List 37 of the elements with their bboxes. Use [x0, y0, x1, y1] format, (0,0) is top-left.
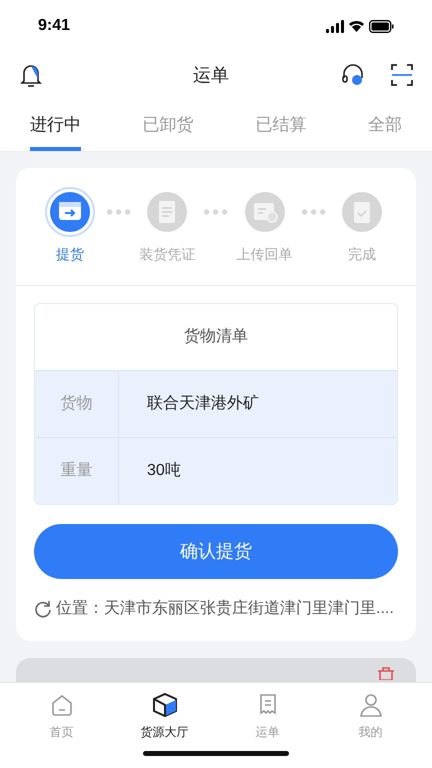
row-label: 货物 [60, 394, 92, 414]
signal-icon [326, 20, 344, 32]
done-step-icon [342, 192, 382, 232]
step-label: 上传回单 [236, 245, 293, 264]
wifi-icon [349, 20, 364, 32]
confirm-pickup-button[interactable]: 确认提货 [34, 524, 398, 579]
location-text: 位置：天津市东丽区张贵庄街道津门里津门里.... [56, 598, 394, 619]
step-connector [106, 208, 132, 216]
receipt-step-icon [147, 192, 188, 232]
step-label: 装货凭证 [139, 245, 196, 264]
status-tab[interactable]: 全部 [368, 97, 402, 151]
row-value: 联合天津港外矿 [147, 394, 259, 414]
upload-step-icon [244, 192, 285, 232]
row-label: 重量 [60, 460, 92, 481]
table-title: 货物清单 [184, 326, 248, 347]
status-time: 9:41 [38, 16, 70, 36]
cargo-icon [150, 691, 178, 719]
bell-icon[interactable] [18, 62, 44, 88]
page-title: 运单 [193, 64, 229, 86]
pickup-step-icon [50, 192, 90, 232]
step-connector [300, 208, 326, 216]
status-tab[interactable]: 进行中 [30, 97, 81, 151]
headset-icon[interactable] [340, 62, 366, 88]
row-value: 30吨 [147, 460, 181, 481]
nav-tab[interactable]: 我的 [330, 691, 410, 741]
battery-icon [369, 20, 394, 32]
refresh-icon[interactable] [34, 600, 52, 618]
step-label: 提货 [56, 245, 84, 264]
nav-tab[interactable]: 首页 [22, 691, 102, 741]
status-tab[interactable]: 已卸货 [142, 97, 194, 151]
step-label: 完成 [348, 245, 376, 264]
nav-tab[interactable]: 运单 [228, 691, 308, 741]
step-connector [203, 208, 229, 216]
scan-icon[interactable] [390, 63, 414, 87]
trash-icon [376, 666, 396, 680]
status-tab[interactable]: 已结算 [255, 97, 306, 151]
nav-tab[interactable]: 货源大厅 [124, 691, 204, 741]
